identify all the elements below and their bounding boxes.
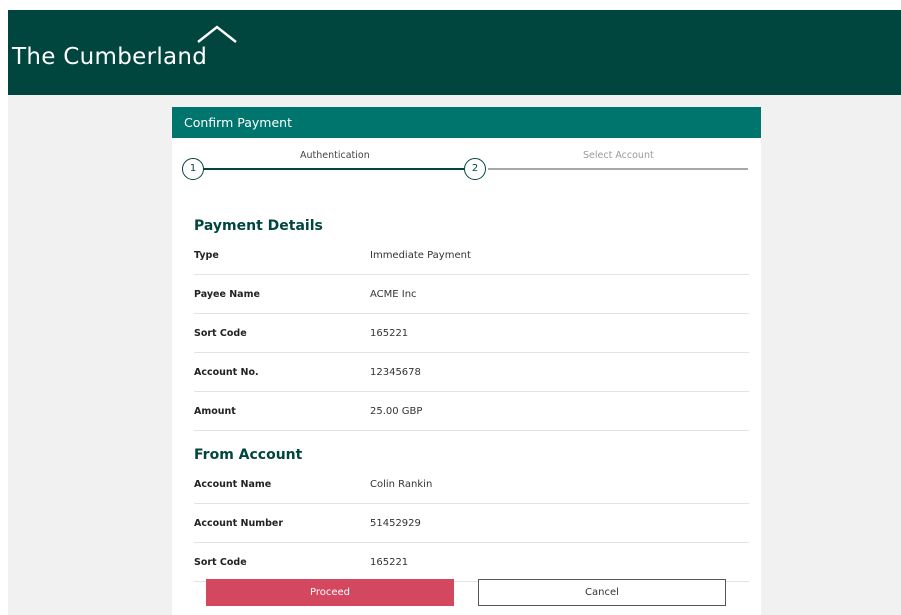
row-value: 51452929 [370,518,421,529]
house-roof-icon [197,25,237,43]
row-label: Sort Code [194,328,247,339]
step-label-authentication: Authentication [300,150,370,161]
brand-name: The Cumberland [12,44,208,70]
row-value: Colin Rankin [370,479,433,490]
row-label: Account No. [194,367,259,378]
step-label-select-account: Select Account [583,150,654,161]
step-connector-pending [488,168,748,170]
step-connector-complete [202,168,464,170]
row-value: Immediate Payment [370,250,471,261]
progress-stepper: Authentication Select Account 1 2 [172,138,761,186]
detail-row-account-no: Account No. 12345678 [194,353,749,392]
row-value: 25.00 GBP [370,406,423,417]
detail-row-payee-name: Payee Name ACME Inc [194,275,749,314]
step-2-indicator: 2 [464,158,486,180]
payment-details-heading: Payment Details [194,218,323,234]
row-label: Account Name [194,479,272,490]
step-1-indicator: 1 [182,158,204,180]
from-account-heading: From Account [194,447,303,463]
row-label: Amount [194,406,236,417]
row-value: 165221 [370,328,409,339]
row-label: Account Number [194,518,284,529]
row-value: 12345678 [370,367,421,378]
brand-logo[interactable]: The Cumberland [12,44,207,70]
cancel-button[interactable]: Cancel [478,579,726,606]
site-header: The Cumberland [8,10,901,95]
card-title: Confirm Payment [172,107,761,138]
account-row-number: Account Number 51452929 [194,504,749,543]
proceed-button[interactable]: Proceed [206,579,454,606]
row-value: ACME Inc [370,289,417,300]
account-row-sort-code: Sort Code 165221 [194,543,749,582]
row-value: 165221 [370,557,409,568]
page-background: The Cumberland Confirm Payment Authentic… [8,10,901,615]
detail-row-type: Type Immediate Payment [194,236,749,275]
detail-row-sort-code: Sort Code 165221 [194,314,749,353]
account-row-name: Account Name Colin Rankin [194,465,749,504]
row-label: Payee Name [194,289,260,300]
row-label: Sort Code [194,557,247,568]
detail-row-amount: Amount 25.00 GBP [194,392,749,431]
confirm-payment-card: Confirm Payment Authentication Select Ac… [172,107,761,615]
row-label: Type [194,250,219,261]
